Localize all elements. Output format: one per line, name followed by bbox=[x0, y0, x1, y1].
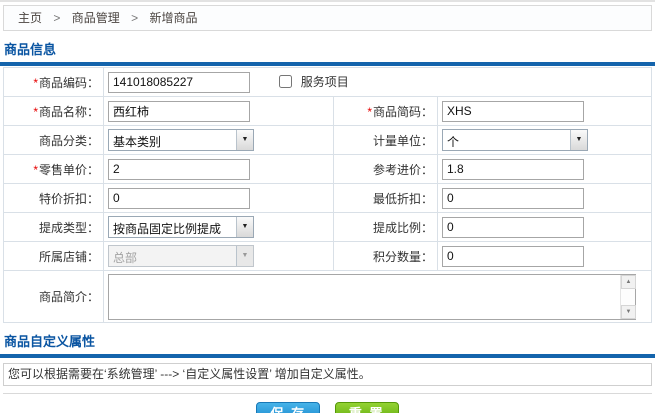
product-name-label: *商品名称： bbox=[4, 97, 104, 126]
table-row: *商品编码： 服务项目 bbox=[4, 68, 652, 97]
retail-price-label: *零售单价： bbox=[4, 155, 104, 184]
min-discount-label: 最低折扣： bbox=[334, 184, 438, 213]
unit-label: 计量单位： bbox=[334, 126, 438, 155]
action-button-row: 保 存 重 置 bbox=[3, 402, 652, 413]
breadcrumb-home[interactable]: 主页 bbox=[18, 11, 42, 25]
description-textarea-wrap: ▲ ▼ bbox=[108, 274, 636, 320]
service-item-label: 服务项目 bbox=[301, 75, 349, 89]
table-row: 商品分类： 基本类别 ▼ 计量单位： 个 ▼ bbox=[4, 126, 652, 155]
store-label: 所属店铺： bbox=[4, 242, 104, 271]
scroll-down-icon[interactable]: ▼ bbox=[621, 305, 636, 319]
required-marker: * bbox=[33, 163, 38, 177]
commission-type-select[interactable]: 按商品固定比例提成 ▼ bbox=[108, 216, 254, 238]
table-row: 提成类型： 按商品固定比例提成 ▼ 提成比例： bbox=[4, 213, 652, 242]
chevron-down-icon: ▼ bbox=[570, 130, 587, 150]
short-code-label: *商品简码： bbox=[334, 97, 438, 126]
category-select[interactable]: 基本类别 ▼ bbox=[108, 129, 254, 151]
divider bbox=[3, 393, 652, 394]
table-row: 所属店铺： 总部 ▼ 积分数量： bbox=[4, 242, 652, 271]
retail-price-input[interactable] bbox=[108, 159, 250, 180]
store-select-value: 总部 bbox=[109, 246, 236, 266]
breadcrumb: 主页 > 商品管理 > 新增商品 bbox=[3, 5, 652, 31]
product-info-form: *商品编码： 服务项目 *商品名称： *商品简码： bbox=[3, 67, 652, 323]
product-code-input[interactable] bbox=[108, 72, 250, 93]
breadcrumb-separator: > bbox=[53, 11, 60, 25]
breadcrumb-add-product[interactable]: 新增商品 bbox=[149, 11, 197, 25]
chevron-down-icon: ▼ bbox=[236, 217, 253, 237]
section-divider-bar bbox=[0, 354, 655, 358]
store-select: 总部 ▼ bbox=[108, 245, 254, 267]
breadcrumb-separator: > bbox=[131, 11, 138, 25]
section-divider-bar bbox=[0, 62, 655, 66]
custom-attrs-note: 您可以根据需要在‘系统管理’ ---> ‘自定义属性设置’ 增加自定义属性。 bbox=[3, 363, 652, 386]
category-label: 商品分类： bbox=[4, 126, 104, 155]
required-marker: * bbox=[367, 105, 372, 119]
section-title-custom-attrs: 商品自定义属性 bbox=[4, 331, 652, 350]
chevron-down-icon: ▼ bbox=[236, 246, 253, 266]
commission-type-select-value: 按商品固定比例提成 bbox=[109, 217, 236, 237]
min-discount-input[interactable] bbox=[442, 188, 584, 209]
ref-purchase-input[interactable] bbox=[442, 159, 584, 180]
table-row: *商品名称： *商品简码： bbox=[4, 97, 652, 126]
ref-purchase-label: 参考进价： bbox=[334, 155, 438, 184]
special-discount-label: 特价折扣： bbox=[4, 184, 104, 213]
points-label: 积分数量： bbox=[334, 242, 438, 271]
scroll-up-icon[interactable]: ▲ bbox=[621, 275, 636, 289]
commission-type-label: 提成类型： bbox=[4, 213, 104, 242]
unit-select-value: 个 bbox=[443, 130, 570, 150]
product-name-input[interactable] bbox=[108, 101, 250, 122]
required-marker: * bbox=[33, 76, 38, 90]
table-row: 商品简介： ▲ ▼ bbox=[4, 271, 652, 323]
required-marker: * bbox=[33, 105, 38, 119]
section-title-product-info: 商品信息 bbox=[4, 39, 652, 58]
table-row: 特价折扣： 最低折扣： bbox=[4, 184, 652, 213]
commission-ratio-input[interactable] bbox=[442, 217, 584, 238]
service-item-option[interactable]: 服务项目 bbox=[279, 75, 348, 89]
product-code-label: *商品编码： bbox=[4, 68, 104, 97]
service-item-checkbox[interactable] bbox=[279, 75, 292, 88]
commission-ratio-label: 提成比例： bbox=[334, 213, 438, 242]
category-select-value: 基本类别 bbox=[109, 130, 236, 150]
reset-button[interactable]: 重 置 bbox=[335, 402, 399, 413]
description-label: 商品简介： bbox=[4, 271, 104, 323]
special-discount-input[interactable] bbox=[108, 188, 250, 209]
textarea-scrollbar[interactable]: ▲ ▼ bbox=[620, 275, 635, 319]
description-textarea[interactable] bbox=[109, 275, 619, 319]
save-button[interactable]: 保 存 bbox=[256, 402, 320, 413]
table-row: *零售单价： 参考进价： bbox=[4, 155, 652, 184]
chevron-down-icon: ▼ bbox=[236, 130, 253, 150]
unit-select[interactable]: 个 ▼ bbox=[442, 129, 588, 151]
breadcrumb-product-management[interactable]: 商品管理 bbox=[72, 11, 120, 25]
short-code-input[interactable] bbox=[442, 101, 584, 122]
points-input[interactable] bbox=[442, 246, 584, 267]
